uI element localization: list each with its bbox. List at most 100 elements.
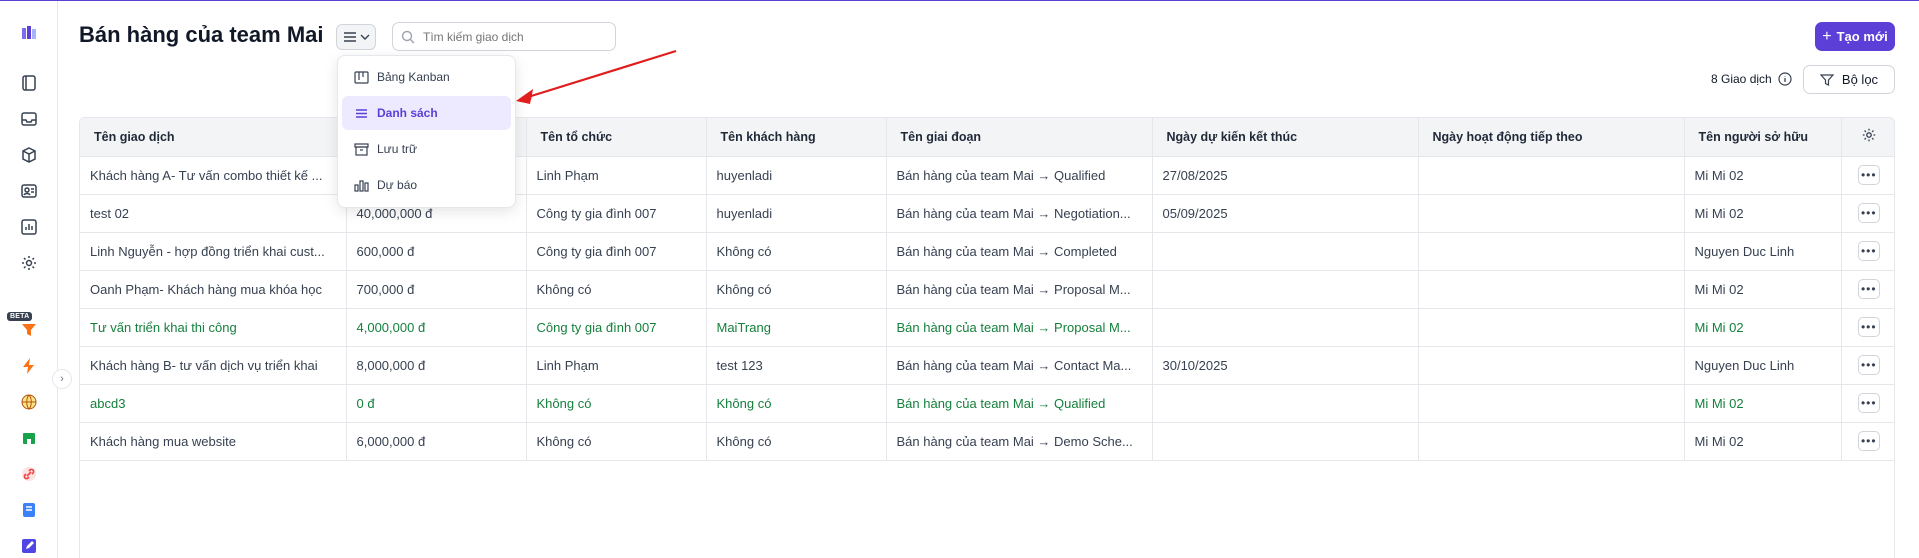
table-cell: Bán hàng của team Mai → Qualified xyxy=(886,156,1153,195)
table-row[interactable]: Linh Nguyễn - hợp đồng triển khai cust..… xyxy=(80,232,1894,271)
view-menu-label: Danh sách xyxy=(377,106,438,120)
column-settings-button[interactable] xyxy=(1841,118,1894,157)
table-row[interactable]: Tư vấn triển khai thi công 4,000,000 đ Côn… xyxy=(80,308,1894,347)
table-cell: Bán hàng của team Mai → Proposal M... xyxy=(886,270,1153,309)
search-box[interactable] xyxy=(392,22,616,51)
row-more-button[interactable]: ••• xyxy=(1857,431,1880,451)
view-menu-item-kanban[interactable]: Bảng Kanban xyxy=(342,60,511,94)
table-row[interactable]: Khách hàng B- tư vấn dịch vụ triển khai 8… xyxy=(80,346,1894,385)
lightning-icon[interactable] xyxy=(19,356,39,376)
store-icon[interactable] xyxy=(19,428,39,448)
row-more-button[interactable]: ••• xyxy=(1857,355,1880,375)
table-cell: 8,000,000 đ xyxy=(346,346,527,385)
column-header[interactable]: Ngày dự kiến kết thúc xyxy=(1152,118,1419,157)
row-more-button[interactable]: ••• xyxy=(1857,279,1880,299)
forecast-icon xyxy=(354,179,369,192)
column-header[interactable]: Tên giao dịch xyxy=(80,118,347,157)
book-icon[interactable] xyxy=(19,500,39,520)
column-header[interactable]: Tên người sở hữu xyxy=(1684,118,1842,157)
table-row[interactable]: Oanh Phạm- Khách hàng mua khóa học 700,00… xyxy=(80,270,1894,309)
row-actions-cell: ••• xyxy=(1841,384,1894,423)
row-more-button[interactable]: ••• xyxy=(1857,317,1880,337)
table-cell: huyenladi xyxy=(706,156,887,195)
notebook-icon[interactable] xyxy=(19,73,39,93)
row-more-button[interactable]: ••• xyxy=(1857,393,1880,413)
view-menu-item-list[interactable]: Danh sách xyxy=(342,96,511,130)
archive-icon xyxy=(354,142,369,156)
table-cell: Mi Mi 02 xyxy=(1684,422,1842,461)
table-cell[interactable]: Oanh Phạm- Khách hàng mua khóa học xyxy=(80,270,347,309)
table-cell[interactable]: Khách hàng B- tư vấn dịch vụ triển khai xyxy=(80,346,347,385)
deal-count-label: 8 Giao dịch xyxy=(1711,72,1772,86)
table-cell xyxy=(1418,270,1685,309)
table-cell: Không có xyxy=(526,270,707,309)
contact-card-icon[interactable] xyxy=(19,181,39,201)
info-icon[interactable] xyxy=(1778,72,1792,86)
create-new-button[interactable]: + Tạo mới xyxy=(1815,22,1895,51)
table-row[interactable]: abcd3 0 đ Không có Không có Bán hàng của tea… xyxy=(80,384,1894,423)
view-switcher-button[interactable] xyxy=(336,24,376,50)
table-cell[interactable]: Linh Nguyễn - hợp đồng triển khai cust..… xyxy=(80,232,347,271)
search-icon xyxy=(401,30,415,43)
link-icon[interactable] xyxy=(19,464,39,484)
table-cell: Không có xyxy=(706,422,887,461)
funnel-icon[interactable] xyxy=(19,320,39,340)
top-accent-line xyxy=(0,0,1919,1)
sidebar: BETA xyxy=(0,1,58,558)
table-cell[interactable]: abcd3 xyxy=(80,384,347,423)
inbox-icon[interactable] xyxy=(19,109,39,129)
row-more-button[interactable]: ••• xyxy=(1857,241,1880,261)
table-row[interactable]: Khách hàng mua website 6,000,000 đ Không c… xyxy=(80,422,1894,461)
plus-icon: + xyxy=(1822,27,1832,45)
edit-icon[interactable] xyxy=(19,536,39,556)
table-cell: Mi Mi 02 xyxy=(1684,156,1842,195)
table-cell: Nguyen Duc Linh xyxy=(1684,232,1842,271)
row-more-button[interactable]: ••• xyxy=(1857,203,1880,223)
table-cell xyxy=(1418,156,1685,195)
deal-count: 8 Giao dịch xyxy=(1711,72,1792,86)
row-more-button[interactable]: ••• xyxy=(1857,165,1880,185)
table-cell: Bán hàng của team Mai → Demo Sche... xyxy=(886,422,1153,461)
table-cell: Nguyen Duc Linh xyxy=(1684,346,1842,385)
table-cell[interactable]: test 02 xyxy=(80,194,347,233)
table-cell: MaiTrang xyxy=(706,308,887,347)
chart-icon[interactable] xyxy=(19,217,39,237)
table-cell xyxy=(1418,194,1685,233)
sidebar-collapse-button[interactable]: › xyxy=(52,369,72,389)
column-header[interactable]: Tên tổ chức xyxy=(526,118,707,157)
table-cell[interactable]: Tư vấn triển khai thi công xyxy=(80,308,347,347)
search-input[interactable] xyxy=(423,29,603,44)
table-cell: Công ty gia đình 007 xyxy=(526,194,707,233)
table-cell: 0 đ xyxy=(346,384,527,423)
table-cell: 4,000,000 đ xyxy=(346,308,527,347)
row-actions-cell: ••• xyxy=(1841,270,1894,309)
package-icon[interactable] xyxy=(19,145,39,165)
filter-button[interactable]: Bộ lọc xyxy=(1803,65,1895,94)
table-cell: Bán hàng của team Mai → Contact Ma... xyxy=(886,346,1153,385)
table-cell: Không có xyxy=(706,270,887,309)
view-menu-label: Bảng Kanban xyxy=(377,70,450,84)
table-cell: Linh Phạm xyxy=(526,156,707,195)
column-header[interactable]: Tên khách hàng xyxy=(706,118,887,157)
column-header[interactable]: Ngày hoạt động tiếp theo xyxy=(1418,118,1685,157)
table-cell: Mi Mi 02 xyxy=(1684,270,1842,309)
logo-icon[interactable] xyxy=(19,23,39,43)
page-title: Bán hàng của team Mai xyxy=(79,22,324,47)
column-header[interactable]: Tên giai đoạn xyxy=(886,118,1153,157)
table-cell[interactable]: Khách hàng A- Tư vấn combo thiết kế ... xyxy=(80,156,347,195)
row-actions-cell: ••• xyxy=(1841,346,1894,385)
globe-icon[interactable] xyxy=(19,392,39,412)
row-actions-cell: ••• xyxy=(1841,308,1894,347)
table-cell xyxy=(1152,422,1419,461)
table-cell: test 123 xyxy=(706,346,887,385)
create-new-label: Tạo mới xyxy=(1836,29,1888,44)
row-actions-cell: ••• xyxy=(1841,232,1894,271)
table-cell[interactable]: Khách hàng mua website xyxy=(80,422,347,461)
view-menu-item-forecast[interactable]: Dự báo xyxy=(342,168,511,202)
settings-icon[interactable] xyxy=(19,253,39,273)
table-cell xyxy=(1152,384,1419,423)
table-cell: Bán hàng của team Mai → Qualified xyxy=(886,384,1153,423)
view-menu-item-archive[interactable]: Lưu trữ xyxy=(342,132,511,166)
gear-icon xyxy=(1862,129,1875,142)
row-actions-cell: ••• xyxy=(1841,156,1894,195)
